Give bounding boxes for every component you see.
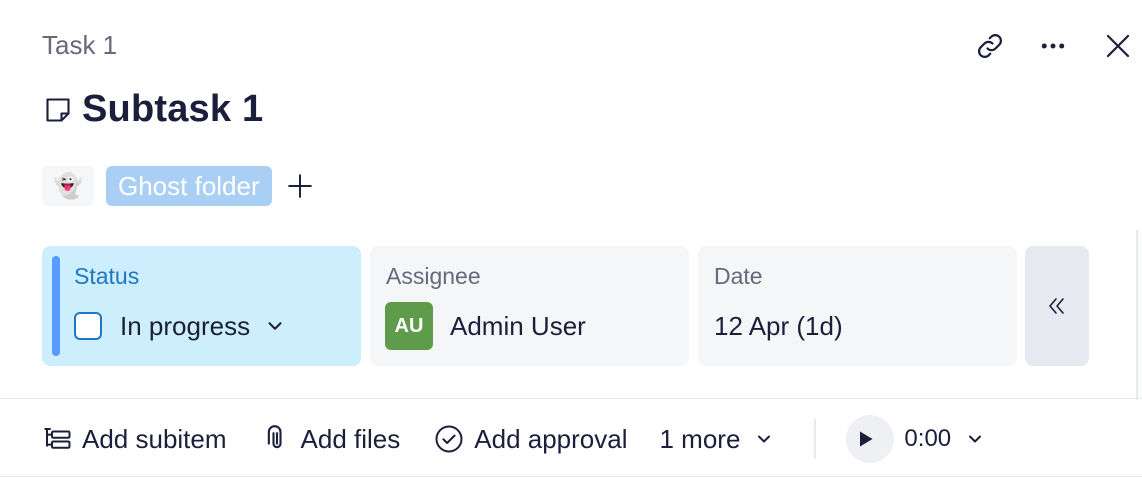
status-value-row[interactable]: In progress xyxy=(74,302,286,350)
folder-tag[interactable]: Ghost folder xyxy=(106,166,272,206)
date-card[interactable]: Date 12 Apr (1d) xyxy=(698,246,1017,366)
add-approval-button[interactable]: Add approval xyxy=(434,414,628,464)
scroll-edge xyxy=(1136,230,1138,400)
item-title[interactable]: Subtask 1 xyxy=(82,88,263,131)
add-approval-label: Add approval xyxy=(474,423,628,454)
note-icon xyxy=(46,97,70,122)
title-row: Subtask 1 xyxy=(44,88,263,131)
subitem-icon xyxy=(44,428,71,449)
assignee-label: Assignee xyxy=(386,263,481,289)
add-tag-button[interactable] xyxy=(284,166,316,206)
tags-row: 👻 Ghost folder xyxy=(42,166,316,206)
add-files-button[interactable]: Add files xyxy=(263,414,401,464)
link-icon xyxy=(977,33,1003,59)
add-subitem-button[interactable]: Add subitem xyxy=(42,414,227,464)
more-options-button[interactable] xyxy=(1031,24,1075,68)
close-button[interactable] xyxy=(1096,24,1140,68)
timer-value: 0:00 xyxy=(904,425,952,452)
ghost-emoji: 👻 xyxy=(53,172,83,200)
date-label: Date xyxy=(714,263,763,289)
chevron-down-icon xyxy=(268,322,282,330)
assignee-card[interactable]: Assignee AU Admin User xyxy=(370,246,689,366)
bottom-divider xyxy=(0,476,1142,477)
chevron-down-icon xyxy=(758,435,771,443)
add-files-label: Add files xyxy=(300,423,401,454)
avatar: AU xyxy=(385,302,433,350)
more-actions-label: 1 more xyxy=(659,423,741,454)
status-card[interactable]: Status In progress xyxy=(42,246,361,366)
double-chevron-left-icon xyxy=(1049,298,1064,314)
play-icon xyxy=(860,431,873,447)
plus-icon xyxy=(287,174,312,198)
add-subitem-label: Add subitem xyxy=(82,423,227,454)
folder-tag-label: Ghost folder xyxy=(118,170,260,201)
play-button[interactable] xyxy=(846,415,895,463)
check-circle-icon xyxy=(435,425,463,453)
timer-control[interactable]: 0:00 xyxy=(846,414,995,464)
assignee-name: Admin User xyxy=(450,310,586,341)
emoji-chip[interactable]: 👻 xyxy=(42,166,94,206)
status-accent-bar xyxy=(52,256,60,356)
breadcrumb-parent[interactable]: Task 1 xyxy=(42,30,117,61)
collapse-fields-button[interactable] xyxy=(1025,246,1089,366)
field-cards: Status In progress Assignee AU Admin Use… xyxy=(42,246,1089,366)
copy-link-button[interactable] xyxy=(968,24,1012,68)
date-value-row[interactable]: 12 Apr (1d) xyxy=(714,302,843,350)
more-actions-dropdown[interactable]: 1 more xyxy=(660,414,785,464)
footer-separator xyxy=(814,419,817,459)
paperclip-icon xyxy=(267,425,282,449)
close-icon xyxy=(1106,34,1130,58)
status-label: Status xyxy=(74,263,140,289)
chevron-down-icon xyxy=(969,435,982,443)
status-value: In progress xyxy=(120,310,251,341)
date-value: 12 Apr (1d) xyxy=(714,310,843,341)
more-icon xyxy=(1041,43,1065,49)
assignee-value-row[interactable]: AU Admin User xyxy=(385,302,586,350)
footer-toolbar: Add subitem Add files Add approval 1 mor… xyxy=(42,414,995,464)
status-checkbox[interactable] xyxy=(74,312,102,340)
footer-divider xyxy=(0,398,1142,399)
